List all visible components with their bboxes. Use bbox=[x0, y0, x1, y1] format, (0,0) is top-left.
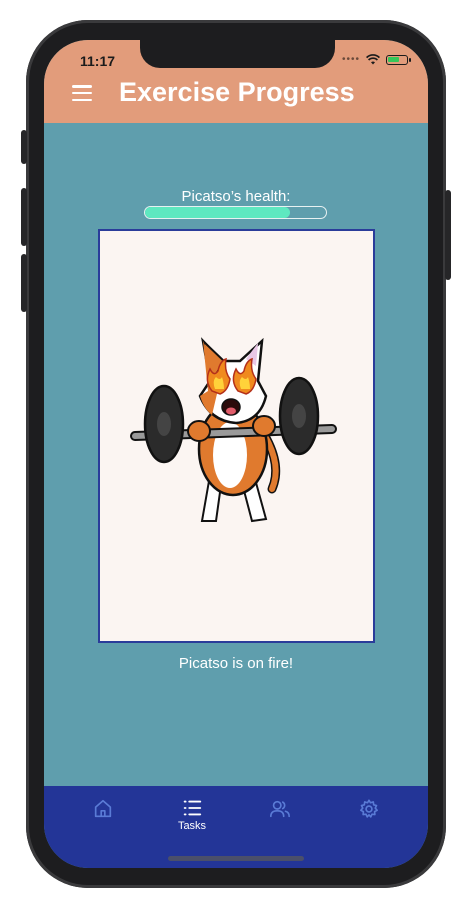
gear-icon bbox=[360, 799, 378, 818]
battery-charging-icon bbox=[386, 54, 411, 65]
people-icon bbox=[270, 800, 290, 818]
nav-tasks-label: Tasks bbox=[177, 820, 207, 832]
cellular-dots-icon: •••• bbox=[341, 54, 360, 65]
app-screen: 11:17 •••• Exercise Progress Picatso’s h… bbox=[44, 40, 428, 868]
nav-settings[interactable] bbox=[339, 798, 399, 838]
page-title: Exercise Progress bbox=[119, 77, 355, 107]
volume-down-button bbox=[21, 254, 27, 312]
home-indicator bbox=[168, 856, 304, 861]
mute-switch bbox=[21, 130, 27, 164]
power-button bbox=[445, 190, 451, 280]
nav-people[interactable] bbox=[250, 798, 310, 838]
status-icons: •••• bbox=[341, 54, 411, 65]
exercise-image-card bbox=[98, 229, 375, 643]
hamburger-menu-icon[interactable] bbox=[72, 85, 92, 101]
wifi-icon bbox=[366, 54, 380, 65]
nav-tasks[interactable]: Tasks bbox=[162, 798, 222, 838]
status-caption: Picatso is on fire! bbox=[178, 655, 294, 672]
health-bar bbox=[144, 206, 327, 219]
status-time: 11:17 bbox=[80, 53, 116, 69]
notch bbox=[140, 40, 335, 68]
app-header: 11:17 •••• Exercise Progress bbox=[44, 40, 428, 123]
nav-home[interactable] bbox=[73, 798, 133, 838]
list-icon bbox=[183, 800, 202, 816]
health-label: Picatso’s health: bbox=[181, 188, 291, 205]
home-icon bbox=[94, 799, 112, 818]
volume-up-button bbox=[21, 188, 27, 246]
cat-lifting-barbell-illustration bbox=[130, 337, 337, 523]
health-bar-fill bbox=[145, 207, 290, 218]
